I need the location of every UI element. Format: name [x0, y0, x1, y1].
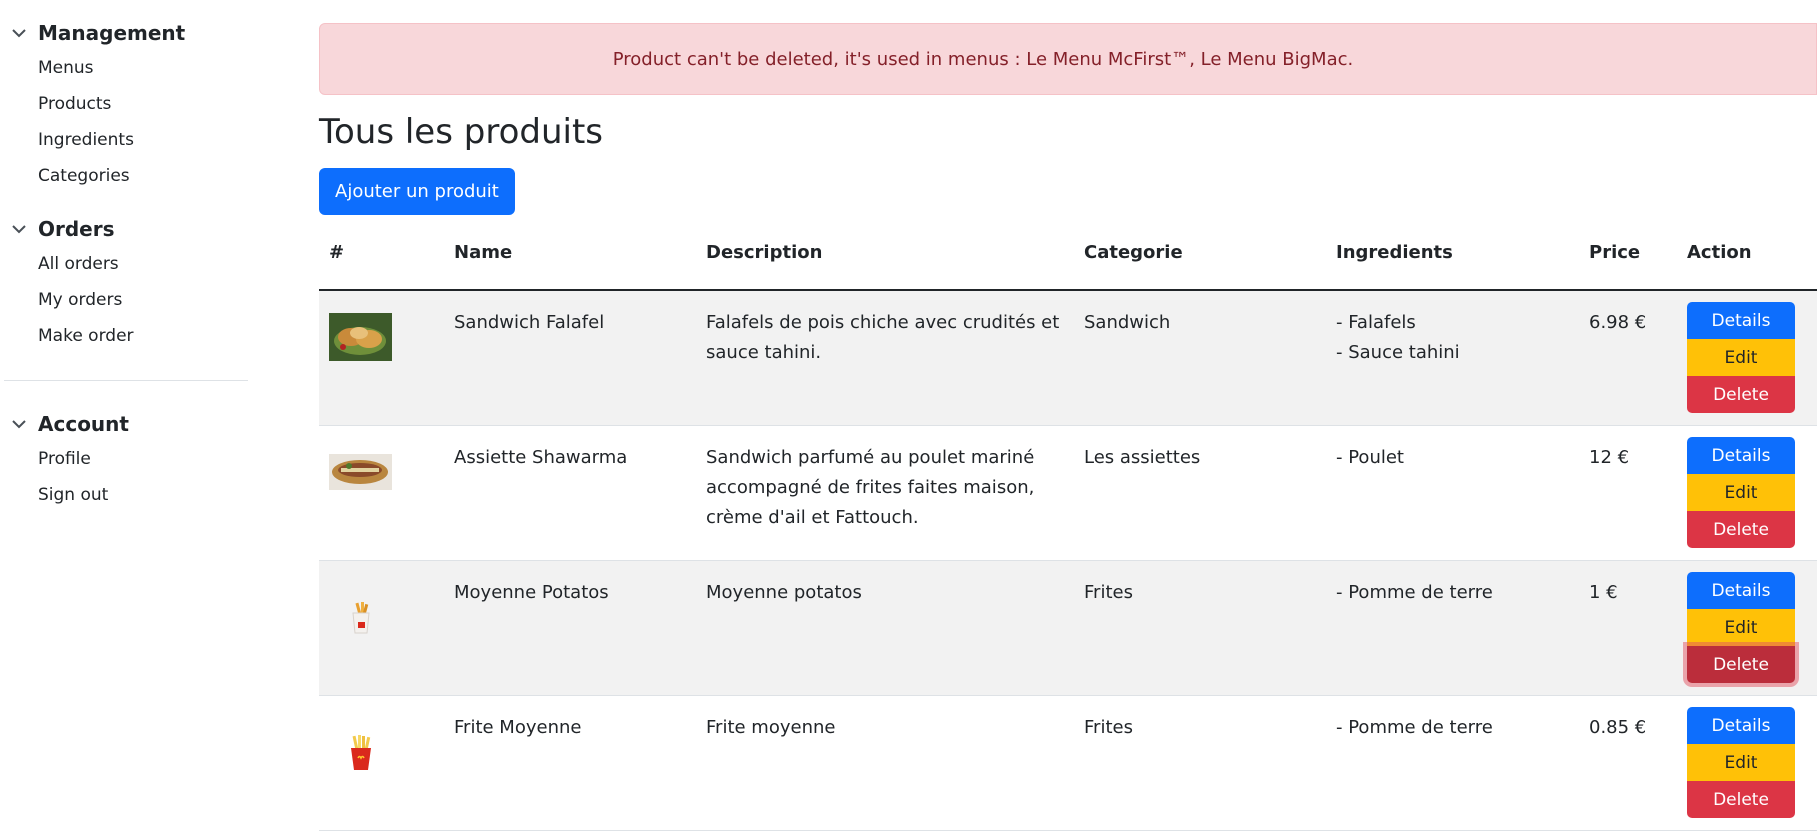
product-category: Frites	[1084, 582, 1133, 603]
product-description: Falafels de pois chiche avec crudités et…	[706, 312, 1060, 363]
chevron-down-icon	[0, 221, 38, 237]
details-button[interactable]: Details	[1687, 302, 1795, 339]
table-row: Frite Moyenne Frite moyenne Frites - Pom…	[319, 696, 1817, 831]
table-header: # Name Description Categorie Ingredients…	[319, 224, 1817, 291]
details-button[interactable]: Details	[1687, 572, 1795, 609]
sidebar-item-products[interactable]: Products	[0, 86, 250, 122]
product-description: Sandwich parfumé au poulet mariné accomp…	[706, 447, 1035, 528]
details-button[interactable]: Details	[1687, 707, 1795, 744]
column-header-number: #	[329, 242, 345, 263]
product-price: 6.98 €	[1589, 312, 1647, 333]
nav-group-title: Account	[38, 412, 129, 436]
nav-group-management: Management Menus Products Ingredients Ca…	[0, 16, 250, 194]
sidebar-item-my-orders[interactable]: My orders	[0, 282, 250, 318]
product-price: 1 €	[1589, 582, 1618, 603]
sidebar: Management Menus Products Ingredients Ca…	[0, 0, 250, 836]
sidebar-item-make-order[interactable]: Make order	[0, 318, 250, 354]
column-header-category: Categorie	[1084, 242, 1183, 263]
column-header-action: Action	[1687, 242, 1752, 263]
nav-group-header-account[interactable]: Account	[0, 407, 250, 441]
product-name: Moyenne Potatos	[454, 582, 609, 603]
product-name: Frite Moyenne	[454, 717, 582, 738]
product-category: Sandwich	[1084, 312, 1171, 333]
edit-button[interactable]: Edit	[1687, 474, 1795, 511]
column-header-price: Price	[1589, 242, 1641, 263]
product-name: Sandwich Falafel	[454, 312, 605, 333]
potatoes-box-image	[329, 594, 392, 642]
row-actions: Details Edit Delete	[1687, 707, 1795, 818]
product-name: Assiette Shawarma	[454, 447, 628, 468]
table-row: Sandwich Falafel Falafels de pois chiche…	[319, 291, 1817, 426]
chevron-down-icon	[0, 25, 38, 41]
product-category: Les assiettes	[1084, 447, 1201, 468]
edit-button[interactable]: Edit	[1687, 609, 1795, 646]
sidebar-item-sign-out[interactable]: Sign out	[0, 477, 250, 513]
delete-button[interactable]: Delete	[1687, 781, 1795, 818]
product-category: Frites	[1084, 717, 1133, 738]
product-ingredients: - Pomme de terre	[1336, 713, 1576, 743]
table-row: Moyenne Potatos Moyenne potatos Frites -…	[319, 561, 1817, 696]
row-actions: Details Edit Delete	[1687, 572, 1795, 683]
falafel-sandwich-image	[329, 313, 392, 361]
nav-group-header-orders[interactable]: Orders	[0, 212, 250, 246]
row-actions: Details Edit Delete	[1687, 437, 1795, 548]
nav-group-title: Management	[38, 21, 186, 45]
details-button[interactable]: Details	[1687, 437, 1795, 474]
product-ingredients: - Falafels - Sauce tahini	[1336, 308, 1576, 368]
ingredient-item: - Falafels	[1336, 312, 1416, 333]
delete-button[interactable]: Delete	[1687, 511, 1795, 548]
sidebar-item-menus[interactable]: Menus	[0, 50, 250, 86]
product-ingredients: - Pomme de terre	[1336, 578, 1576, 608]
nav-group-orders: Orders All orders My orders Make order	[0, 212, 250, 354]
page-title: Tous les produits	[319, 112, 603, 152]
sidebar-divider	[4, 380, 248, 381]
product-description: Moyenne potatos	[706, 582, 862, 603]
error-alert: Product can't be deleted, it's used in m…	[319, 23, 1817, 95]
edit-button[interactable]: Edit	[1687, 339, 1795, 376]
ingredient-item: - Poulet	[1336, 447, 1404, 468]
product-price: 0.85 €	[1589, 717, 1647, 738]
ingredient-item: - Pomme de terre	[1336, 717, 1493, 738]
row-actions: Details Edit Delete	[1687, 302, 1795, 413]
product-ingredients: - Poulet	[1336, 443, 1576, 473]
add-product-button[interactable]: Ajouter un produit	[319, 168, 515, 215]
nav-group-title: Orders	[38, 217, 115, 241]
ingredient-item: - Sauce tahini	[1336, 342, 1460, 363]
edit-button[interactable]: Edit	[1687, 744, 1795, 781]
alert-message: Product can't be deleted, it's used in m…	[612, 48, 1354, 70]
column-header-name: Name	[454, 242, 513, 263]
product-description: Frite moyenne	[706, 717, 836, 738]
sidebar-item-profile[interactable]: Profile	[0, 441, 250, 477]
delete-button[interactable]: Delete	[1687, 646, 1795, 683]
main-content: Product can't be deleted, it's used in m…	[319, 0, 1817, 836]
ingredient-item: - Pomme de terre	[1336, 582, 1493, 603]
shawarma-plate-image	[329, 448, 392, 496]
fries-box-image	[329, 729, 392, 777]
column-header-ingredients: Ingredients	[1336, 242, 1453, 263]
sidebar-item-categories[interactable]: Categories	[0, 158, 250, 194]
product-price: 12 €	[1589, 447, 1630, 468]
nav-group-header-management[interactable]: Management	[0, 16, 250, 50]
nav-group-account: Account Profile Sign out	[0, 407, 250, 513]
delete-button[interactable]: Delete	[1687, 376, 1795, 413]
sidebar-item-ingredients[interactable]: Ingredients	[0, 122, 250, 158]
table-row: Assiette Shawarma Sandwich parfumé au po…	[319, 426, 1817, 561]
sidebar-item-all-orders[interactable]: All orders	[0, 246, 250, 282]
column-header-description: Description	[706, 242, 823, 263]
chevron-down-icon	[0, 416, 38, 432]
